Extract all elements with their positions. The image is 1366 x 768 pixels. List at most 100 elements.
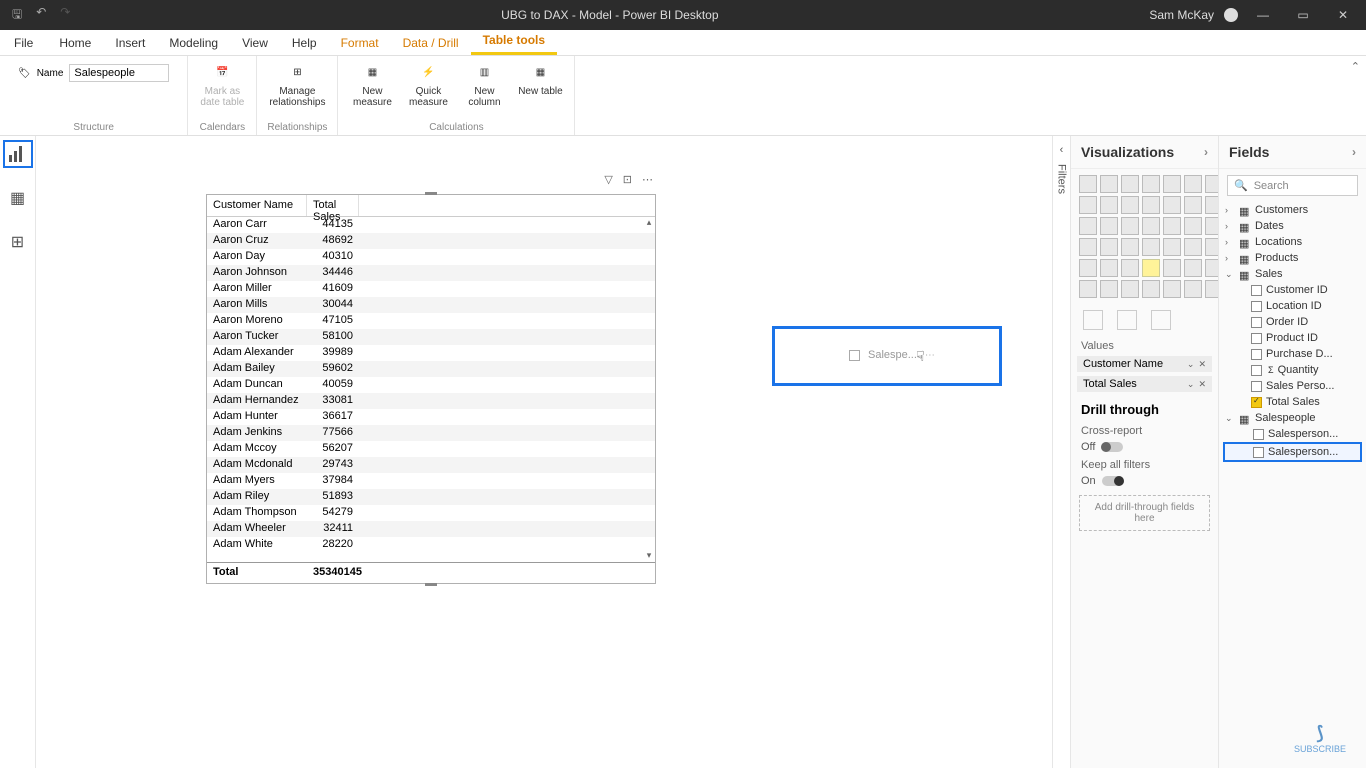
viz-type-icon[interactable] <box>1100 217 1118 235</box>
expand-filters-icon[interactable]: ‹ <box>1060 144 1064 156</box>
field-location-id[interactable]: Location ID <box>1225 298 1360 314</box>
viz-type-icon[interactable] <box>1142 259 1160 277</box>
keep-filters-toggle[interactable] <box>1102 476 1124 486</box>
table-products[interactable]: ▦Products <box>1225 250 1360 266</box>
new-measure-button[interactable]: ▦ New measure <box>348 60 396 108</box>
viz-type-icon[interactable] <box>1100 238 1118 256</box>
table-locations[interactable]: ▦Locations <box>1225 234 1360 250</box>
viz-type-icon[interactable] <box>1121 175 1139 193</box>
field-sales-perso-[interactable]: Sales Perso... <box>1225 378 1360 394</box>
tab-home[interactable]: Home <box>47 31 103 55</box>
new-column-button[interactable]: ▥ New column <box>460 60 508 108</box>
file-tab[interactable]: File <box>0 31 47 55</box>
collapse-viz-icon[interactable]: › <box>1204 145 1208 159</box>
chevron-down-icon[interactable]: ⌄ <box>1187 359 1195 370</box>
focus-icon[interactable]: ⊡ <box>623 173 632 186</box>
cross-report-toggle[interactable] <box>1101 442 1123 452</box>
viz-type-icon[interactable] <box>1163 280 1181 298</box>
viz-type-icon[interactable] <box>1184 238 1202 256</box>
tab-insert[interactable]: Insert <box>103 31 157 55</box>
subscribe-logo[interactable]: ⟆ SUBSCRIBE <box>1294 723 1346 754</box>
more-icon[interactable]: ⋯ <box>642 173 653 186</box>
report-view-icon[interactable] <box>3 140 33 168</box>
viz-type-icon[interactable] <box>1100 175 1118 193</box>
scroll-down-icon[interactable]: ▾ <box>643 550 655 562</box>
field-total-sales[interactable]: Total Sales <box>1225 394 1360 410</box>
table-row[interactable]: Adam Jenkins77566 <box>207 425 655 441</box>
table-row[interactable]: Adam Hunter36617 <box>207 409 655 425</box>
viz-type-icon[interactable] <box>1163 175 1181 193</box>
value-pill-total-sales[interactable]: Total Sales ⌄✕ <box>1077 376 1212 392</box>
viz-type-icon[interactable] <box>1079 280 1097 298</box>
save-icon[interactable]: 🖫 <box>12 5 22 26</box>
maximize-button[interactable]: ▭ <box>1288 8 1318 22</box>
viz-type-icon[interactable] <box>1121 217 1139 235</box>
field-order-id[interactable]: Order ID <box>1225 314 1360 330</box>
quick-measure-button[interactable]: ⚡ Quick measure <box>404 60 452 108</box>
table-row[interactable]: Aaron Johnson34446 <box>207 265 655 281</box>
manage-relationships-button[interactable]: ⊞ Manage relationships <box>273 60 321 108</box>
viz-type-icon[interactable] <box>1163 238 1181 256</box>
field-salesperson-1[interactable]: Salesperson... <box>1223 442 1362 462</box>
table-row[interactable]: Adam Myers37984 <box>207 473 655 489</box>
viz-type-icon[interactable] <box>1121 238 1139 256</box>
remove-icon[interactable]: ✕ <box>1198 379 1206 390</box>
viz-type-icon[interactable] <box>1184 175 1202 193</box>
viz-type-icon[interactable] <box>1142 217 1160 235</box>
table-sales[interactable]: ▦Sales <box>1225 266 1360 282</box>
redo-icon[interactable]: ↷ <box>60 5 70 26</box>
viz-type-icon[interactable] <box>1142 175 1160 193</box>
resize-handle-bottom[interactable] <box>425 583 437 586</box>
viz-type-icon[interactable] <box>1100 259 1118 277</box>
report-canvas[interactable]: ▽ ⊡ ⋯ Customer Name Total Sales ▴ ▾ Aaro… <box>36 136 1052 748</box>
model-view-icon[interactable]: ⊞ <box>3 228 33 256</box>
table-row[interactable]: Aaron Tucker58100 <box>207 329 655 345</box>
viz-type-icon[interactable] <box>1121 280 1139 298</box>
viz-type-icon[interactable] <box>1184 280 1202 298</box>
viz-type-icon[interactable] <box>1121 259 1139 277</box>
field-product-id[interactable]: Product ID <box>1225 330 1360 346</box>
viz-type-icon[interactable] <box>1142 196 1160 214</box>
table-row[interactable]: Adam Duncan40059 <box>207 377 655 393</box>
data-view-icon[interactable]: ▦ <box>3 184 33 212</box>
table-row[interactable]: Adam Thompson54279 <box>207 505 655 521</box>
viz-type-icon[interactable] <box>1163 196 1181 214</box>
viz-type-icon[interactable] <box>1121 196 1139 214</box>
scroll-up-icon[interactable]: ▴ <box>643 217 655 229</box>
table-salespeople[interactable]: ▦Salespeople <box>1225 410 1360 426</box>
field-purchase-d-[interactable]: Purchase D... <box>1225 346 1360 362</box>
remove-icon[interactable]: ✕ <box>1198 359 1206 370</box>
tab-format[interactable]: Format <box>329 31 391 55</box>
table-row[interactable]: Adam Mcdonald29743 <box>207 457 655 473</box>
tab-table-tools[interactable]: Table tools <box>471 28 557 55</box>
table-row[interactable]: Adam White28220 <box>207 537 655 553</box>
viz-type-icon[interactable] <box>1079 238 1097 256</box>
close-button[interactable]: ✕ <box>1328 8 1358 22</box>
slicer-more-icon[interactable]: ⋯ <box>925 350 935 361</box>
table-row[interactable]: Aaron Carr44135 <box>207 217 655 233</box>
table-row[interactable]: Adam Alexander39989 <box>207 345 655 361</box>
filters-collapsed-pane[interactable]: ‹ Filters <box>1052 136 1070 768</box>
viz-type-icon[interactable] <box>1184 217 1202 235</box>
table-row[interactable]: Aaron Cruz48692 <box>207 233 655 249</box>
field-salesperson-0[interactable]: Salesperson... <box>1225 426 1360 442</box>
table-row[interactable]: Adam Hernandez33081 <box>207 393 655 409</box>
undo-icon[interactable]: ↶ <box>36 5 46 26</box>
table-dates[interactable]: ▦Dates <box>1225 218 1360 234</box>
viz-type-icon[interactable] <box>1079 259 1097 277</box>
tab-view[interactable]: View <box>230 31 280 55</box>
table-row[interactable]: Adam Wheeler32411 <box>207 521 655 537</box>
table-row[interactable]: Aaron Day40310 <box>207 249 655 265</box>
collapse-ribbon-icon[interactable]: ⌃ <box>1351 60 1360 73</box>
viz-type-icon[interactable] <box>1079 217 1097 235</box>
value-pill-customer-name[interactable]: Customer Name ⌄✕ <box>1077 356 1212 372</box>
viz-type-icon[interactable] <box>1163 217 1181 235</box>
user-name[interactable]: Sam McKay <box>1149 8 1214 22</box>
tab-data-drill[interactable]: Data / Drill <box>391 31 471 55</box>
minimize-button[interactable]: — <box>1248 8 1278 22</box>
table-row[interactable]: Adam Bailey59602 <box>207 361 655 377</box>
viz-type-icon[interactable] <box>1100 196 1118 214</box>
format-tab-icon[interactable] <box>1117 310 1137 330</box>
table-row[interactable]: Aaron Mills30044 <box>207 297 655 313</box>
tab-modeling[interactable]: Modeling <box>157 31 230 55</box>
